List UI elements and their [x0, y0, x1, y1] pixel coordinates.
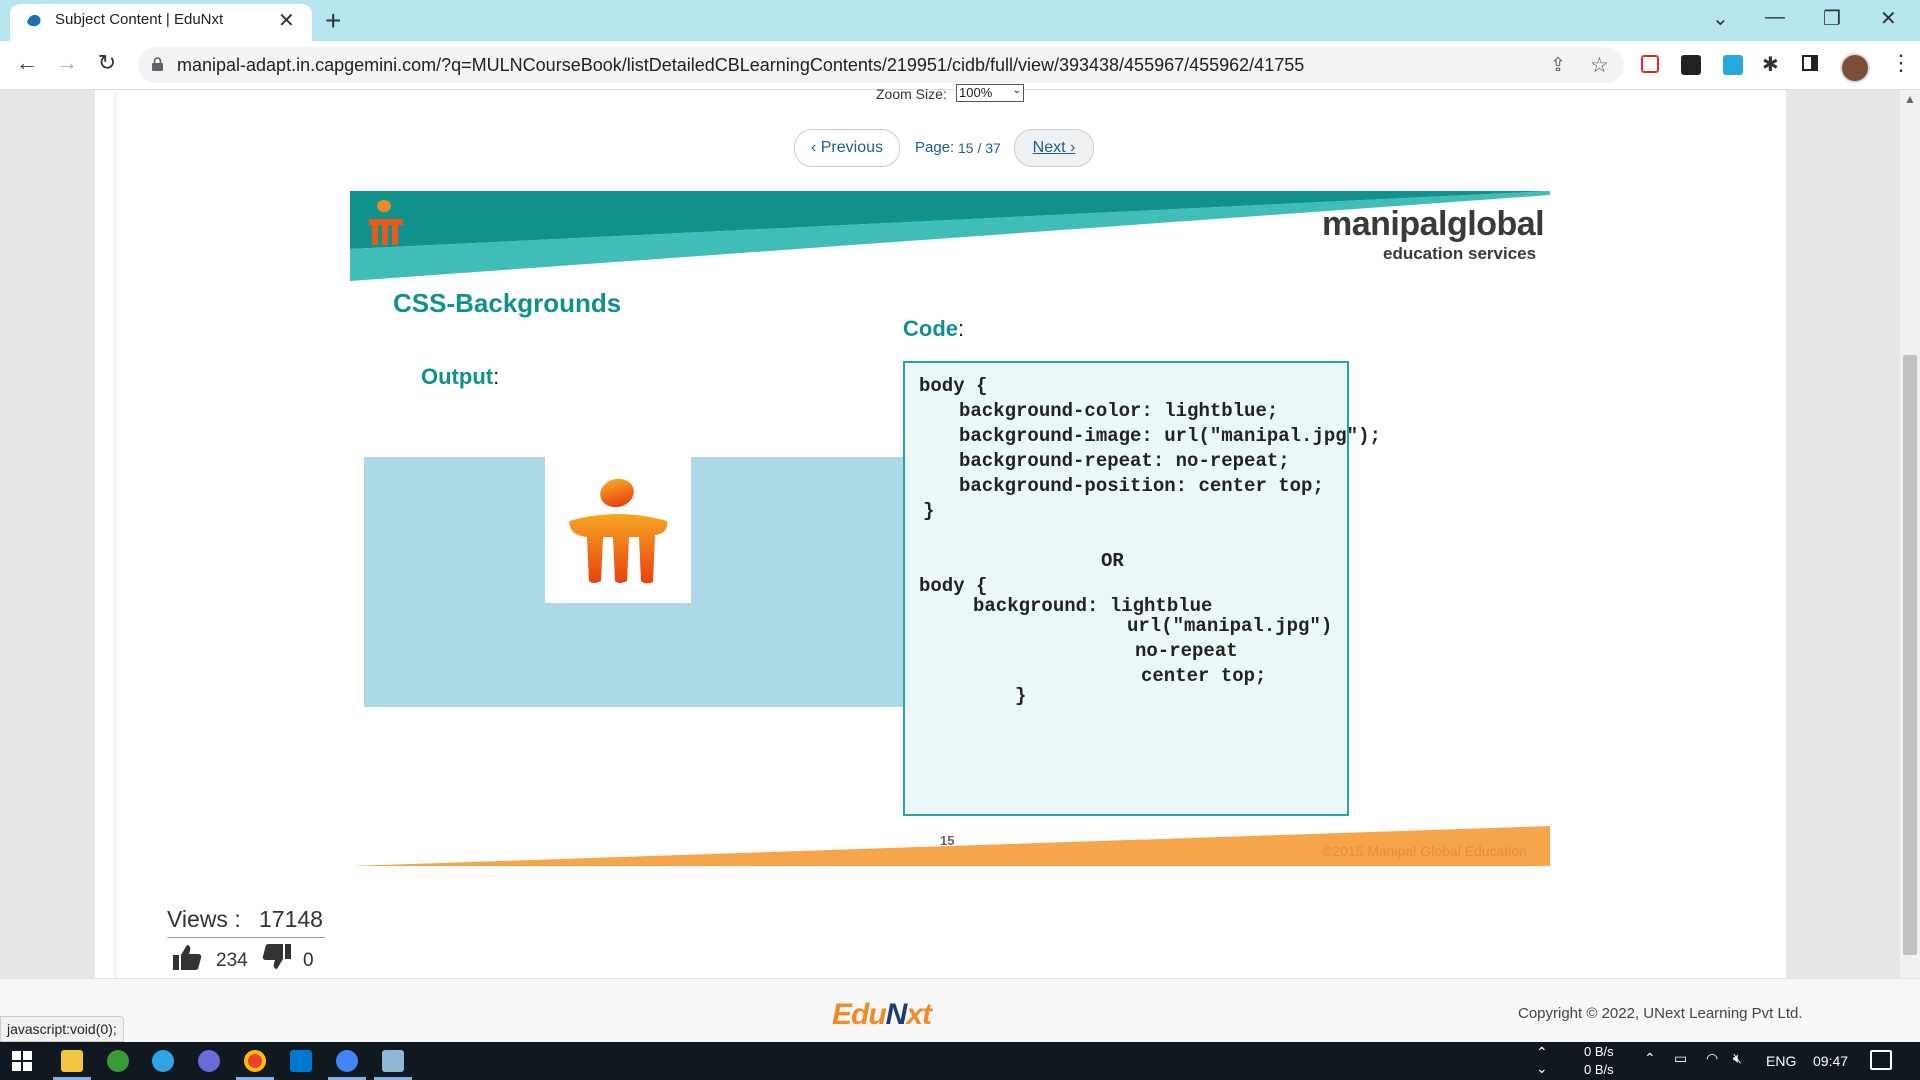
code-line: url("manipal.jpg") [1127, 615, 1333, 637]
close-window-button[interactable]: ✕ [1880, 6, 1897, 31]
clock[interactable]: 09:47 [1813, 1053, 1848, 1069]
puzzle-extensions-icon[interactable]: ✱ [1762, 52, 1779, 77]
zoom-value: 100% [959, 85, 993, 100]
status-bar-url: javascript:void(0); [0, 1016, 124, 1042]
code-line: background-position: center top; [959, 475, 1324, 497]
output-image [545, 457, 691, 603]
chrome-icon[interactable] [244, 1050, 266, 1072]
code-line: background: lightblue [973, 595, 1213, 617]
tray-down-icon[interactable]: ⌄ [1536, 1060, 1548, 1077]
language-indicator[interactable]: ENG [1766, 1053, 1796, 1069]
app-icon[interactable] [382, 1050, 404, 1072]
extension-icon[interactable] [1681, 55, 1701, 75]
vscode-icon[interactable] [290, 1050, 312, 1072]
side-panel-icon[interactable] [1802, 55, 1818, 71]
views-count: 17148 [259, 906, 323, 932]
dislike-count: 0 [303, 950, 314, 971]
tray-up-icon[interactable]: ⌃ [1536, 1044, 1548, 1061]
battery-icon[interactable]: ▭ [1674, 1050, 1687, 1067]
output-heading: Output: [421, 364, 500, 389]
code-heading: Code: [903, 316, 965, 341]
chrome-profile-icon[interactable] [336, 1050, 358, 1072]
back-arrow-icon[interactable]: ← [12, 50, 42, 76]
app-icon[interactable] [198, 1050, 220, 1072]
code-line: } [1015, 685, 1027, 707]
tab-close-icon[interactable]: ✕ [278, 8, 295, 33]
windows-taskbar [0, 1042, 1920, 1080]
browser-menu-icon[interactable]: ⋮ [1890, 50, 1912, 76]
views-label: Views : [167, 906, 241, 932]
network-download-speed: 0 B/s [1584, 1062, 1614, 1077]
previous-button[interactable]: ‹ Previous [794, 129, 900, 167]
divider [167, 937, 325, 938]
next-button[interactable]: Next › [1014, 129, 1094, 167]
brand-tagline: education services [1383, 244, 1537, 263]
pocket-extension-icon[interactable] [1641, 55, 1659, 73]
manipal-logo-icon [569, 478, 668, 584]
code-line: no-repeat [1135, 640, 1238, 662]
share-icon[interactable]: ⇪ [1550, 54, 1566, 77]
code-line: background-repeat: no-repeat; [959, 450, 1290, 472]
app-icon[interactable] [107, 1050, 129, 1072]
s-extension-icon[interactable] [1723, 55, 1743, 75]
brand-name: manipalglobal [1322, 205, 1545, 243]
footer-copyright: Copyright © 2022, UNext Learning Pvt Ltd… [1518, 1005, 1803, 1022]
slide-title: CSS-Backgrounds [393, 288, 622, 318]
code-line: background-color: lightblue; [959, 400, 1279, 422]
code-line: center top; [1141, 665, 1267, 687]
forward-arrow-icon[interactable]: → [52, 50, 82, 76]
page-number: 15 / 37 [958, 140, 1001, 156]
new-tab-button[interactable]: + [325, 5, 341, 37]
code-line: background-image: url("manipal.jpg"); [959, 425, 1381, 447]
code-line: OR [1101, 550, 1124, 572]
restore-button[interactable]: ❐ [1823, 6, 1841, 31]
bookmark-star-icon[interactable]: ☆ [1590, 53, 1609, 78]
notifications-icon[interactable] [1870, 1050, 1892, 1070]
url-text[interactable]: manipal-adapt.in.capgemini.com/?q=MULNCo… [177, 55, 1304, 76]
telegram-icon[interactable] [152, 1050, 174, 1072]
network-upload-speed: 0 B/s [1584, 1044, 1614, 1059]
code-block: body { background-color: lightblue; back… [903, 361, 1381, 816]
scrollbar-thumb[interactable] [1903, 355, 1917, 955]
zoom-label: Zoom Size: [876, 86, 947, 102]
wifi-icon[interactable]: ◠ [1706, 1050, 1718, 1067]
chevron-down-icon: ⌄ [1012, 85, 1021, 96]
tab-title: Subject Content | EduNxt [55, 11, 224, 28]
code-line: } [923, 500, 935, 522]
profile-avatar[interactable] [1840, 53, 1870, 83]
page-label: Page: [915, 139, 955, 156]
slide: manipalglobal education services CSS-Bac… [350, 191, 1550, 866]
file-explorer-icon[interactable] [61, 1050, 83, 1072]
edunxt-favicon-icon [27, 14, 41, 27]
minimize-button[interactable]: — [1765, 6, 1785, 29]
reload-icon[interactable]: ↻ [92, 50, 122, 76]
slide-copyright: ©2015 Manipal Global Education [1322, 843, 1527, 859]
like-count: 234 [216, 950, 248, 971]
thumbs-down-icon[interactable] [262, 943, 292, 971]
thumbs-up-icon[interactable] [172, 943, 202, 971]
slide-number: 15 [940, 833, 955, 848]
scroll-up-icon[interactable]: ▲ [1904, 92, 1916, 106]
volume-muted-icon[interactable]: 🔇︎ [1733, 1050, 1742, 1067]
zoom-select[interactable]: 100% ⌄ [956, 84, 1024, 102]
edunxt-logo: EduNxt [832, 998, 932, 1031]
tab-search-icon[interactable]: ⌄ [1712, 6, 1729, 31]
windows-start-icon[interactable] [12, 1051, 32, 1071]
code-line: body { [919, 375, 988, 397]
code-line: body { [919, 575, 988, 597]
manipal-logo-icon [369, 200, 403, 245]
lock-icon [152, 57, 163, 71]
show-hidden-icons-icon[interactable]: ⌃ [1644, 1050, 1656, 1067]
